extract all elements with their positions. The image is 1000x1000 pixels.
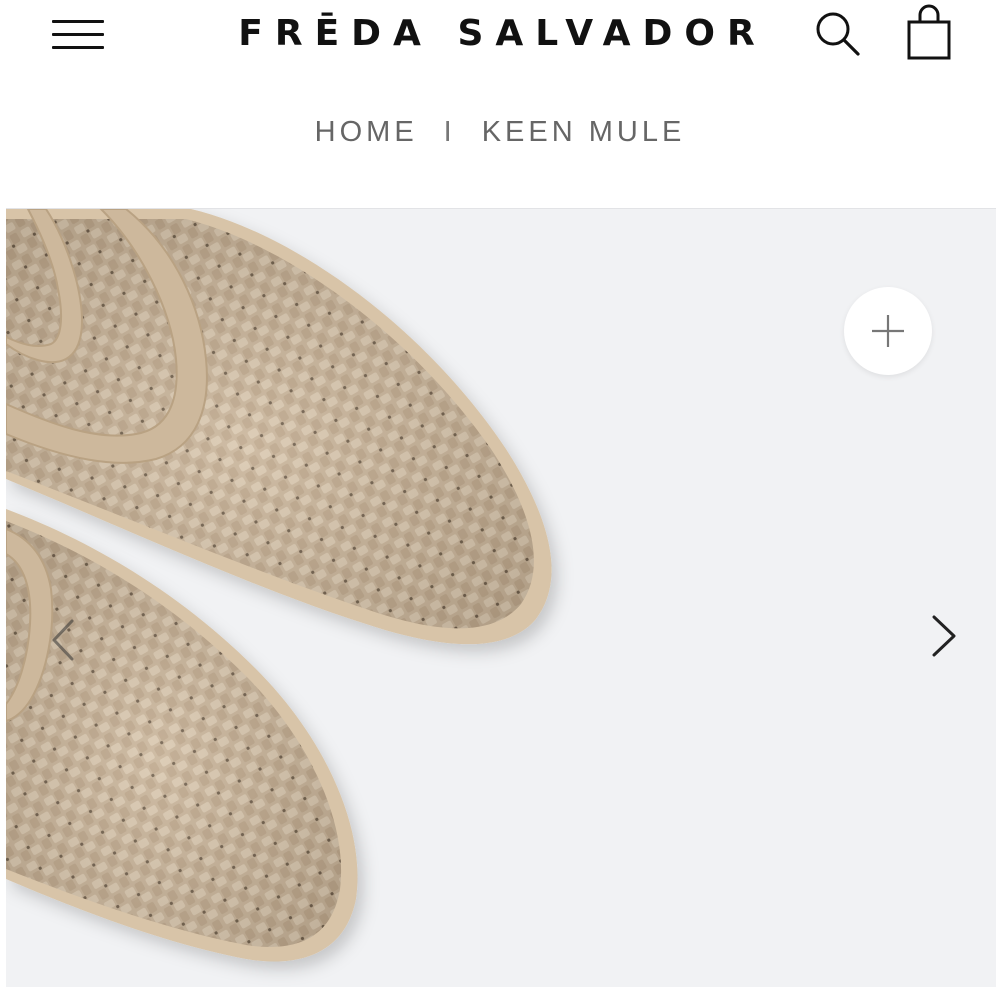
hamburger-menu-icon[interactable] [50, 14, 106, 56]
search-icon[interactable] [812, 8, 864, 60]
breadcrumb: HOME I KEEN MULE [0, 116, 1000, 149]
plus-icon [872, 315, 904, 347]
menu-line [52, 46, 104, 49]
breadcrumb-separator: I [443, 116, 456, 148]
menu-line [52, 20, 104, 23]
brand-logo[interactable]: FRĒDA SALVADOR [230, 13, 775, 54]
site-header: FRĒDA SALVADOR [0, 0, 1000, 80]
breadcrumb-home-link[interactable]: HOME [315, 116, 418, 148]
shopping-bag-icon[interactable] [900, 4, 956, 62]
breadcrumb-current: KEEN MULE [481, 116, 686, 148]
chevron-left-icon[interactable] [46, 613, 80, 667]
chevron-right-icon[interactable] [924, 609, 964, 663]
zoom-button[interactable] [844, 287, 932, 375]
menu-line [52, 33, 104, 36]
product-gallery[interactable] [6, 208, 996, 987]
